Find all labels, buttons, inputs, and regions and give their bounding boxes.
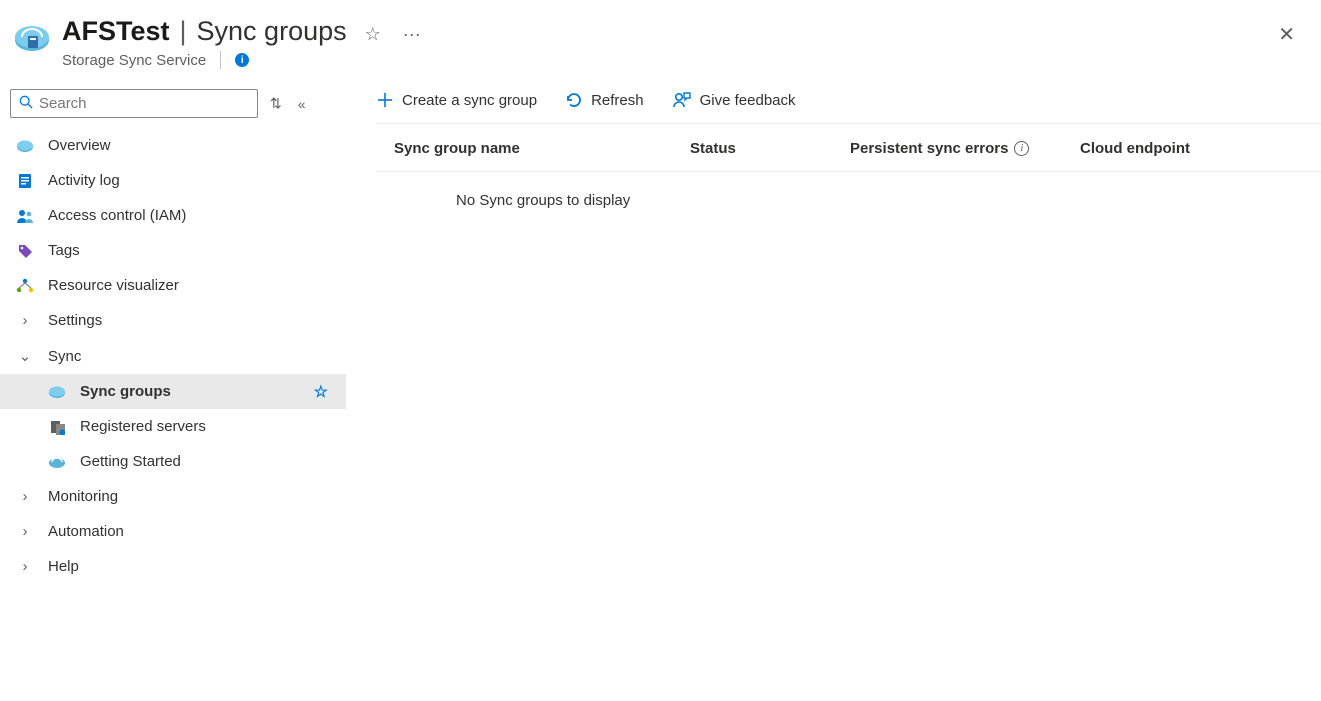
sidebar-group-sync[interactable]: ⌄ Sync <box>0 338 346 374</box>
search-input[interactable] <box>39 95 249 112</box>
chevron-right-icon: › <box>16 558 34 575</box>
people-icon <box>16 208 34 224</box>
sidebar-group-settings[interactable]: › Settings <box>0 303 346 338</box>
sidebar-item-tags[interactable]: Tags <box>0 233 346 268</box>
empty-state-message: No Sync groups to display <box>376 172 1321 209</box>
sidebar-item-label: Automation <box>48 523 124 540</box>
cloud-icon <box>16 139 34 153</box>
resource-name: AFSTest <box>62 16 170 47</box>
table-header: Sync group name Status Persistent sync e… <box>376 124 1321 172</box>
page-header: AFSTest | Sync groups ☆ ··· Storage Sync… <box>0 0 1321 77</box>
chevron-right-icon: › <box>16 312 34 329</box>
sidebar-item-label: Access control (IAM) <box>48 207 186 224</box>
column-cloud-endpoint[interactable]: Cloud endpoint <box>1080 140 1321 157</box>
sidebar-item-label: Sync groups <box>80 383 171 400</box>
create-sync-group-button[interactable]: Create a sync group <box>376 91 537 109</box>
sidebar-group-automation[interactable]: › Automation <box>0 514 346 549</box>
servers-icon <box>48 419 66 435</box>
sidebar-group-help[interactable]: › Help <box>0 549 346 584</box>
tag-icon <box>16 243 34 259</box>
resource-type-label: Storage Sync Service <box>62 52 206 69</box>
storage-sync-service-icon <box>12 18 52 58</box>
sort-icon[interactable]: ⇅ <box>266 91 286 116</box>
cloud-icon <box>48 385 66 399</box>
pin-star-icon[interactable]: ☆ <box>314 382 328 402</box>
search-box[interactable] <box>10 89 258 118</box>
refresh-button[interactable]: Refresh <box>565 91 644 109</box>
toolbar-label: Refresh <box>591 92 644 109</box>
feedback-icon <box>672 91 692 109</box>
info-icon[interactable]: i <box>1014 141 1029 156</box>
close-icon[interactable]: ✕ <box>1272 16 1301 53</box>
give-feedback-button[interactable]: Give feedback <box>672 91 796 109</box>
title-separator: | <box>180 16 187 47</box>
main-content: Create a sync group Refresh Give feedbac… <box>346 77 1321 698</box>
search-icon <box>19 95 33 112</box>
collapse-sidebar-icon[interactable]: « <box>294 92 310 116</box>
toolbar-label: Create a sync group <box>402 92 537 109</box>
sidebar-item-label: Resource visualizer <box>48 277 179 294</box>
sidebar-item-label: Help <box>48 558 79 575</box>
refresh-icon <box>565 91 583 109</box>
chevron-right-icon: › <box>16 488 34 505</box>
sidebar-item-label: Monitoring <box>48 488 118 505</box>
column-status[interactable]: Status <box>690 140 850 157</box>
column-label: Persistent sync errors <box>850 140 1008 157</box>
chevron-down-icon: ⌄ <box>16 347 34 365</box>
toolbar-label: Give feedback <box>700 92 796 109</box>
column-persistent-sync-errors[interactable]: Persistent sync errors i <box>850 140 1080 157</box>
visualizer-icon <box>16 278 34 294</box>
sidebar-item-overview[interactable]: Overview <box>0 128 346 163</box>
sidebar-item-access-control[interactable]: Access control (IAM) <box>0 198 346 233</box>
more-menu-icon[interactable]: ··· <box>399 20 425 49</box>
page-title: Sync groups <box>197 16 347 47</box>
sidebar-group-monitoring[interactable]: › Monitoring <box>0 479 346 514</box>
plus-icon <box>376 91 394 109</box>
divider <box>220 51 221 69</box>
sidebar-item-sync-groups[interactable]: Sync groups ☆ <box>0 374 346 409</box>
chevron-right-icon: › <box>16 523 34 540</box>
info-icon[interactable]: i <box>235 53 249 67</box>
sidebar-item-registered-servers[interactable]: Registered servers <box>0 409 346 444</box>
sidebar-item-resource-visualizer[interactable]: Resource visualizer <box>0 268 346 303</box>
column-sync-group-name[interactable]: Sync group name <box>394 140 690 157</box>
sidebar-item-label: Overview <box>48 137 111 154</box>
favorite-star-icon[interactable]: ☆ <box>361 20 385 49</box>
sidebar-item-label: Tags <box>48 242 80 259</box>
sidebar: ⇅ « Overview Activity log Access control… <box>0 77 346 698</box>
toolbar: Create a sync group Refresh Give feedbac… <box>376 85 1321 124</box>
getting-started-icon <box>48 455 66 469</box>
sidebar-item-label: Settings <box>48 312 102 329</box>
sidebar-item-label: Getting Started <box>80 453 181 470</box>
sidebar-item-label: Sync <box>48 348 81 365</box>
sidebar-item-label: Registered servers <box>80 418 206 435</box>
sidebar-item-getting-started[interactable]: Getting Started <box>0 444 346 479</box>
sidebar-item-label: Activity log <box>48 172 120 189</box>
sidebar-item-activity-log[interactable]: Activity log <box>0 163 346 198</box>
log-icon <box>16 173 34 189</box>
